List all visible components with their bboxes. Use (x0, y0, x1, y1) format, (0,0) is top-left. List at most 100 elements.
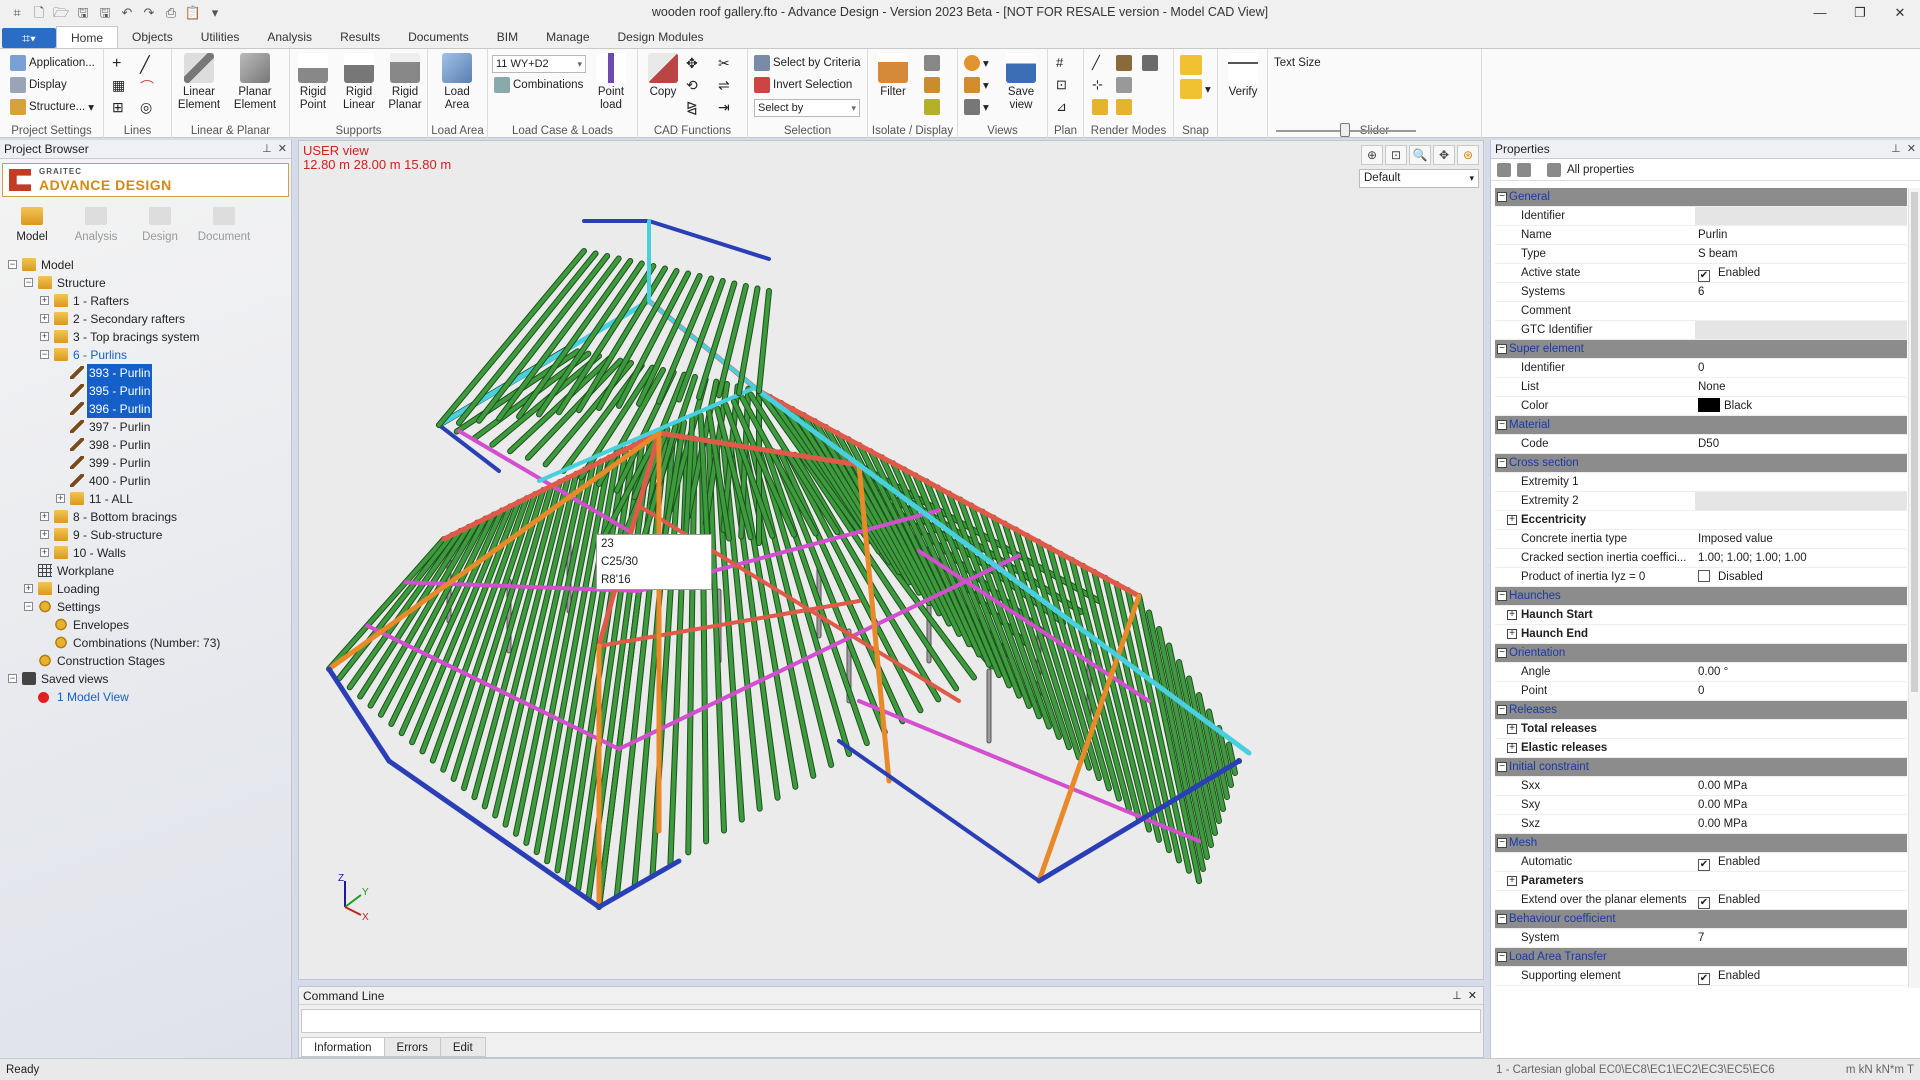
tree-item[interactable]: +10 - Walls (0, 544, 290, 562)
property-section[interactable]: − Initial constraint (1495, 758, 1907, 777)
property-row[interactable]: Point 0 (1495, 682, 1907, 701)
property-section[interactable]: − Super element (1495, 340, 1907, 359)
tree-item[interactable]: +8 - Bottom bracings (0, 508, 290, 526)
expand-icon[interactable]: + (1507, 629, 1517, 639)
property-row[interactable]: Sxz 0.00 MPa (1495, 815, 1907, 834)
property-value[interactable]: 0.00 ° (1695, 663, 1907, 681)
tab-errors[interactable]: Errors (383, 1037, 441, 1057)
property-row[interactable]: Sxx 0.00 MPa (1495, 777, 1907, 796)
render-shade-1-button[interactable] (1092, 99, 1108, 115)
copy-button[interactable]: Copy (640, 53, 686, 99)
tab-design-modules[interactable]: Design Modules (604, 26, 718, 48)
linear-element-button[interactable]: Linear Element (176, 53, 222, 112)
line-tool-button[interactable]: ╱ (140, 55, 150, 75)
expand-icon[interactable]: + (1507, 724, 1517, 734)
tree-item[interactable]: Construction Stages (0, 652, 290, 670)
property-row[interactable]: Comment (1495, 302, 1907, 321)
tab-bim[interactable]: BIM (483, 26, 532, 48)
property-section[interactable]: − Orientation (1495, 644, 1907, 663)
property-row[interactable]: Color Black (1495, 397, 1907, 416)
units-status[interactable]: m kN kN*m T (1846, 1059, 1914, 1080)
plan-frame-button[interactable]: ⊡ (1056, 77, 1067, 93)
property-row[interactable]: Active state ✔ Enabled (1495, 264, 1907, 283)
expand-icon[interactable]: + (40, 530, 49, 539)
property-value[interactable]: D50 (1695, 435, 1907, 453)
snap-magnet-button[interactable] (1180, 55, 1202, 75)
tree-item[interactable]: 397 - Purlin (0, 418, 290, 436)
expand-icon[interactable]: + (56, 494, 65, 503)
property-value[interactable]: 0.00 MPa (1695, 796, 1907, 814)
tree-item[interactable]: + Loading (0, 580, 290, 598)
tree-item[interactable]: 398 - Purlin (0, 436, 290, 454)
property-row[interactable]: List None (1495, 378, 1907, 397)
close-icon[interactable]: ✕ (1880, 0, 1920, 26)
property-value[interactable]: 0.00 MPa (1695, 815, 1907, 833)
customize-qat-icon[interactable]: ▾ (206, 4, 224, 22)
zoom-window-icon[interactable]: ⊡ (1385, 145, 1407, 165)
pin-icon[interactable]: ⊥ (262, 143, 272, 155)
property-section[interactable]: − Material (1495, 416, 1907, 435)
expand-icon[interactable]: + (1507, 515, 1517, 525)
eave-beam[interactable] (386, 758, 602, 910)
property-value[interactable] (1695, 492, 1907, 510)
property-section[interactable]: − Haunches (1495, 587, 1907, 606)
property-value[interactable]: ✔ Enabled (1695, 264, 1907, 282)
tab-model[interactable]: Model (0, 203, 64, 253)
property-row[interactable]: Code D50 (1495, 435, 1907, 454)
select-by-criteria-button[interactable]: Select by Criteria (754, 55, 861, 71)
tab-design-mode[interactable]: Design (128, 203, 192, 253)
property-row[interactable]: Identifier 0 (1495, 359, 1907, 378)
pin-icon[interactable]: ⊥ (1891, 143, 1901, 155)
filter-button[interactable]: Filter (870, 53, 916, 99)
property-section[interactable]: − Cross section (1495, 454, 1907, 473)
expand-icon[interactable]: + (24, 584, 33, 593)
grid-tool-button[interactable]: ▦ (112, 77, 125, 94)
tree-item[interactable]: − Model (0, 256, 290, 274)
rigid-linear-button[interactable]: Rigid Linear (336, 53, 382, 112)
collapse-icon[interactable]: − (1497, 952, 1507, 962)
pan-icon[interactable]: ✥ (1433, 145, 1455, 165)
property-value[interactable]: ✔ Enabled (1695, 853, 1907, 871)
structure-settings-button[interactable]: Structure... ▾ (10, 99, 94, 115)
collapse-icon[interactable]: − (1497, 914, 1507, 924)
trim-button[interactable]: ✂ (718, 55, 730, 72)
snap-mode-button[interactable]: ▾ (1180, 79, 1211, 99)
property-group[interactable]: + Total releases (1495, 720, 1907, 739)
zoom-extents-icon[interactable]: ⊕ (1361, 145, 1383, 165)
show-all-button[interactable] (924, 77, 940, 93)
scrollbar-thumb[interactable] (1911, 192, 1918, 692)
invert-selection-button[interactable]: Invert Selection (754, 77, 852, 93)
expand-icon[interactable]: + (40, 332, 49, 341)
tree-item[interactable]: − 6 - Purlins (0, 346, 290, 364)
tree-item[interactable]: − Saved views (0, 670, 290, 688)
property-row[interactable]: Extend over the planar elements ✔ Enabled (1495, 891, 1907, 910)
tree-item[interactable]: +1 - Rafters (0, 292, 290, 310)
collapse-icon[interactable]: − (1497, 591, 1507, 601)
tree-item[interactable]: +11 - ALL (0, 490, 290, 508)
close-panel-icon[interactable]: ✕ (1468, 990, 1477, 1002)
property-value[interactable]: S beam (1695, 245, 1907, 263)
combinations-button[interactable]: Combinations (494, 77, 583, 93)
checkbox[interactable]: ✔ (1698, 897, 1710, 909)
property-value[interactable]: Disabled (1695, 568, 1907, 586)
tab-documents[interactable]: Documents (394, 26, 483, 48)
load-case-combo[interactable]: 11 WY+D2 (492, 55, 586, 73)
render-nodes-button[interactable]: ⊹ (1092, 77, 1103, 93)
collapse-icon[interactable]: − (1497, 344, 1507, 354)
tab-results[interactable]: Results (326, 26, 394, 48)
collapse-icon[interactable]: − (1497, 458, 1507, 468)
property-row[interactable]: Extremity 2 (1495, 492, 1907, 511)
collapse-icon[interactable]: − (1497, 705, 1507, 715)
property-value[interactable] (1695, 321, 1907, 339)
collapse-icon[interactable]: − (8, 260, 17, 269)
collapse-icon[interactable]: − (8, 674, 17, 683)
view-cube-button[interactable]: ▾ (964, 55, 989, 71)
property-group[interactable]: + Haunch End (1495, 625, 1907, 644)
expand-icon[interactable]: + (1507, 610, 1517, 620)
property-group[interactable]: + Elastic releases (1495, 739, 1907, 758)
rigid-point-button[interactable]: Rigid Point (290, 53, 336, 112)
tab-analysis[interactable]: Analysis (253, 26, 326, 48)
tab-document-mode[interactable]: Document (192, 203, 256, 253)
command-input[interactable] (301, 1009, 1481, 1033)
tab-home[interactable]: Home (56, 26, 119, 48)
